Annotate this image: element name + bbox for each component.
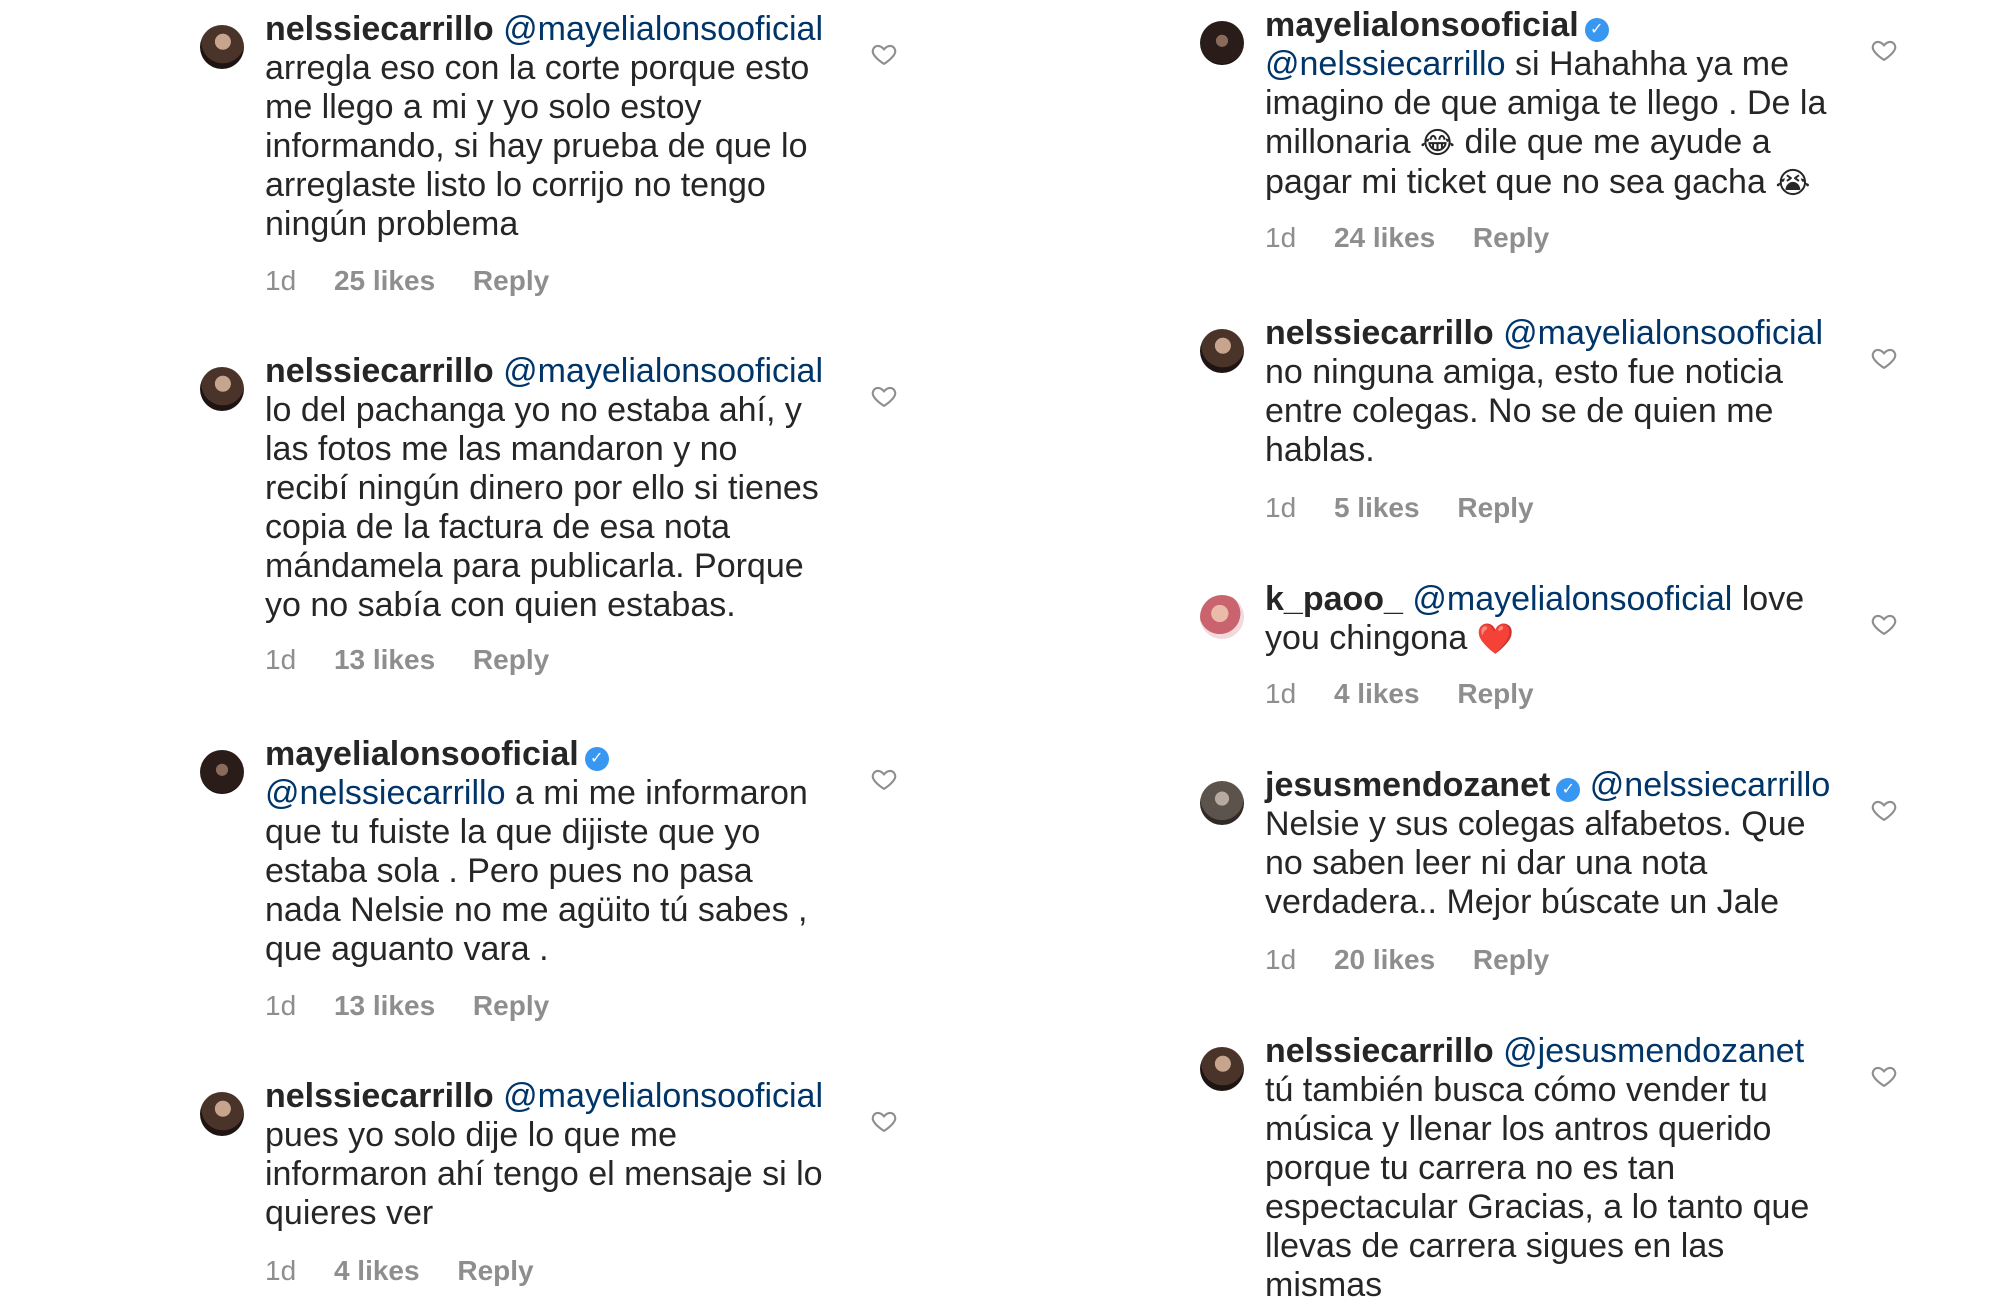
comment-time: 1d — [1265, 678, 1297, 709]
comment-mention[interactable]: @nelssiecarrillo — [265, 774, 505, 812]
comment-body: nelssiecarrillo @mayelialonsooficial arr… — [265, 10, 825, 244]
comment-time: 1d — [265, 990, 297, 1021]
comment-likes[interactable]: 24 likes — [1334, 222, 1435, 254]
reply-button[interactable]: Reply — [1473, 944, 1549, 976]
comment-text: pues yo solo dije lo que me informaron a… — [265, 1116, 823, 1232]
comment-username[interactable]: nelssiecarrillo — [265, 1077, 494, 1115]
comment-text: Nelsie y sus colegas alfabetos. Que no s… — [1265, 805, 1806, 921]
avatar[interactable] — [200, 367, 244, 411]
comment-meta: 1d 5 likes Reply — [1265, 492, 1564, 524]
comment-username[interactable]: k_paoo_ — [1265, 580, 1403, 618]
verified-badge-icon: ✓ — [1556, 778, 1581, 802]
like-heart-icon[interactable] — [1870, 1062, 1898, 1090]
right-comment-column: mayelialonsooficial ✓ @nelssiecarrillo si… — [1000, 0, 2000, 1313]
comment-mention[interactable]: @mayelialonsooficial — [1412, 580, 1732, 618]
like-heart-icon[interactable] — [1870, 344, 1898, 372]
reply-button[interactable]: Reply — [1457, 492, 1533, 524]
comment-meta: 1d 20 likes Reply — [1265, 944, 1579, 976]
like-heart-icon[interactable] — [1870, 610, 1898, 638]
comment-likes[interactable]: 20 likes — [1334, 944, 1435, 976]
comment-meta: 1d 13 likes Reply — [265, 644, 579, 676]
comment-likes[interactable]: 25 likes — [334, 265, 435, 297]
like-heart-icon[interactable] — [870, 382, 898, 410]
avatar[interactable] — [1200, 329, 1244, 373]
comment-body: mayelialonsooficial ✓ @nelssiecarrillo si… — [1265, 6, 1840, 203]
comment-username[interactable]: mayelialonsooficial — [1265, 6, 1579, 44]
comment-likes[interactable]: 13 likes — [334, 990, 435, 1022]
comment-likes[interactable]: 5 likes — [1334, 492, 1420, 524]
comment-meta: 1d 25 likes Reply — [265, 265, 579, 297]
comment-time: 1d — [1265, 492, 1297, 523]
red-heart-emoji-icon: ❤️ — [1476, 622, 1515, 657]
comment-mention[interactable]: @mayelialonsooficial — [503, 10, 823, 48]
comment-meta: 1d 4 likes Reply — [265, 1255, 564, 1287]
avatar[interactable] — [1200, 781, 1244, 825]
comment-text: arregla eso con la corte porque esto me … — [265, 49, 810, 243]
comment-mention[interactable]: @nelssiecarrillo — [1265, 45, 1505, 83]
like-heart-icon[interactable] — [870, 40, 898, 68]
avatar[interactable] — [1200, 1047, 1244, 1091]
like-heart-icon[interactable] — [1870, 796, 1898, 824]
verified-badge-icon: ✓ — [584, 747, 609, 771]
comment-text: no ninguna amiga, esto fue noticia entre… — [1265, 353, 1783, 469]
crying-emoji-icon: 😭 — [1775, 166, 1811, 201]
comment-body: nelssiecarrillo @mayelialonsooficial pue… — [265, 1077, 825, 1233]
avatar[interactable] — [1200, 21, 1244, 65]
left-comment-column: nelssiecarrillo @mayelialonsooficial arr… — [0, 0, 1000, 1313]
comment-meta: 1d 13 likes Reply — [265, 990, 579, 1022]
comment-meta: 1d 24 likes Reply — [1265, 222, 1579, 254]
comment-thread-screenshot: nelssiecarrillo @mayelialonsooficial arr… — [0, 0, 2000, 1313]
comment-text: tú también busca cómo vender tu música y… — [1265, 1071, 1810, 1304]
comment-mention[interactable]: @mayelialonsooficial — [503, 1077, 823, 1115]
like-heart-icon[interactable] — [1870, 36, 1898, 64]
like-heart-icon[interactable] — [870, 765, 898, 793]
comment-body: nelssiecarrillo @mayelialonsooficial no … — [1265, 314, 1840, 470]
comment-body: k_paoo_ @mayelialonsooficial love you ch… — [1265, 580, 1840, 659]
comment-mention[interactable]: @mayelialonsooficial — [503, 352, 823, 390]
comment-meta: 1d 4 likes Reply — [1265, 678, 1564, 710]
comment-body: nelssiecarrillo @jesusmendozanet tú tamb… — [1265, 1032, 1840, 1305]
comment-username[interactable]: nelssiecarrillo — [1265, 1032, 1494, 1070]
avatar[interactable] — [200, 750, 244, 794]
comment-mention[interactable]: @nelssiecarrillo — [1590, 766, 1830, 804]
comment-text: lo del pachanga yo no estaba ahí, y las … — [265, 391, 819, 624]
reply-button[interactable]: Reply — [473, 644, 549, 676]
comment-likes[interactable]: 4 likes — [334, 1255, 420, 1287]
reply-button[interactable]: Reply — [1457, 678, 1533, 710]
comment-username[interactable]: nelssiecarrillo — [265, 10, 494, 48]
comment-body: mayelialonsooficial ✓ @nelssiecarrillo a … — [265, 735, 825, 969]
reply-button[interactable]: Reply — [473, 990, 549, 1022]
comment-username[interactable]: nelssiecarrillo — [265, 352, 494, 390]
comment-time: 1d — [1265, 222, 1297, 253]
comment-time: 1d — [265, 265, 297, 296]
comment-likes[interactable]: 13 likes — [334, 644, 435, 676]
avatar[interactable] — [1200, 595, 1244, 639]
tears-of-joy-emoji-icon: 😂 — [1419, 126, 1456, 161]
comment-body: nelssiecarrillo @mayelialonsooficial lo … — [265, 352, 825, 625]
like-heart-icon[interactable] — [870, 1107, 898, 1135]
comment-body: jesusmendozanet ✓ @nelssiecarrillo Nelsie… — [1265, 766, 1840, 922]
verified-badge-icon: ✓ — [1584, 18, 1609, 42]
comment-time: 1d — [265, 1255, 297, 1286]
avatar[interactable] — [200, 25, 244, 69]
avatar[interactable] — [200, 1092, 244, 1136]
comment-time: 1d — [1265, 944, 1297, 975]
comment-likes[interactable]: 4 likes — [1334, 678, 1420, 710]
reply-button[interactable]: Reply — [457, 1255, 533, 1287]
comment-time: 1d — [265, 644, 297, 675]
comment-username[interactable]: nelssiecarrillo — [1265, 314, 1494, 352]
comment-username[interactable]: mayelialonsooficial — [265, 735, 579, 773]
comment-mention[interactable]: @jesusmendozanet — [1503, 1032, 1804, 1070]
comment-mention[interactable]: @mayelialonsooficial — [1503, 314, 1823, 352]
reply-button[interactable]: Reply — [1473, 222, 1549, 254]
comment-username[interactable]: jesusmendozanet — [1265, 766, 1550, 804]
reply-button[interactable]: Reply — [473, 265, 549, 297]
